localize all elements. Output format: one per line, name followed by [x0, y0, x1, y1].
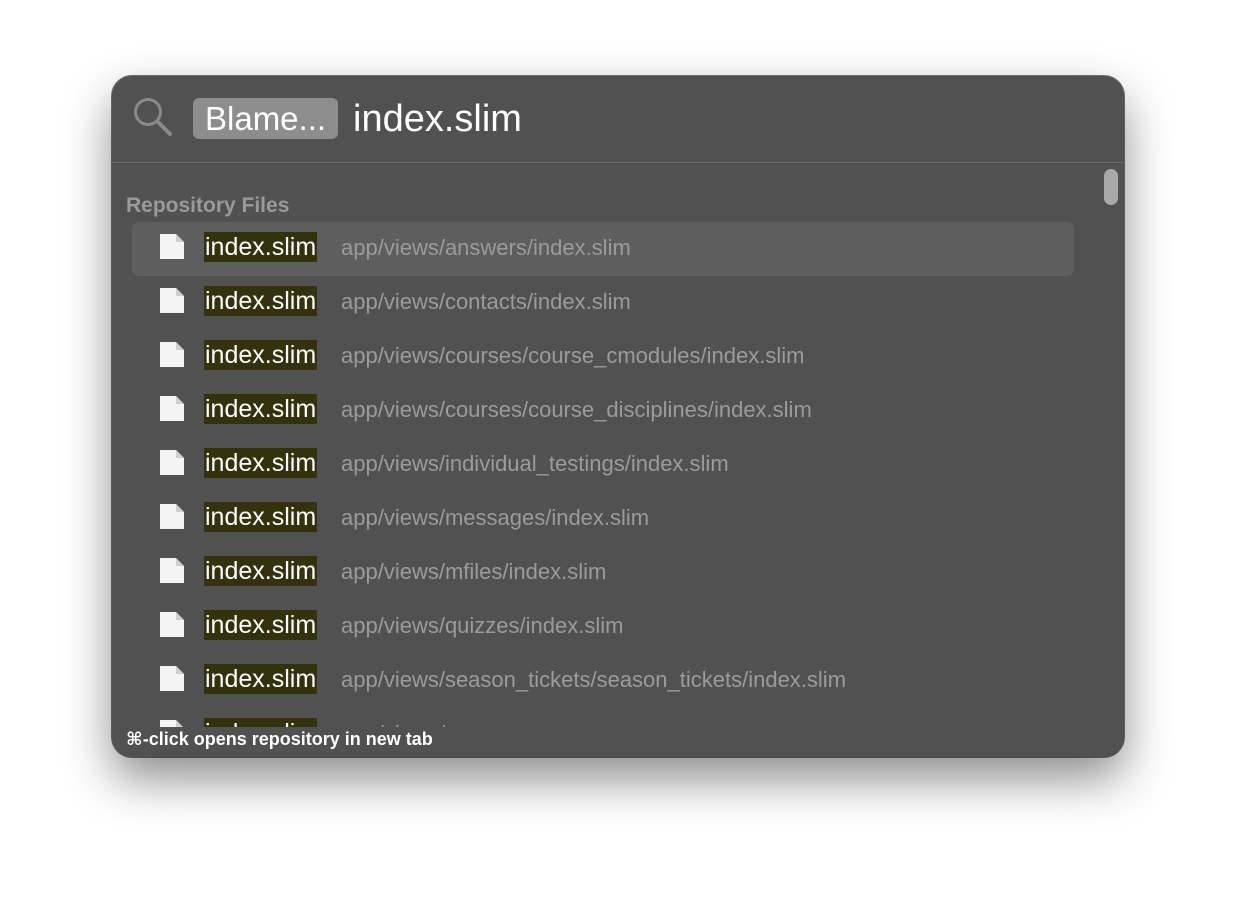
- file-icon: [160, 612, 184, 637]
- result-row[interactable]: index.slim app/views/quizzes/index.slim: [132, 600, 1074, 654]
- file-icon: [160, 396, 184, 421]
- file-name: index.slim: [204, 718, 318, 727]
- scrollbar[interactable]: [1104, 169, 1118, 709]
- result-row[interactable]: index.slim app/views/mfiles/index.slim: [132, 546, 1074, 600]
- file-icon: [160, 234, 184, 259]
- file-path: app/views/contacts/index.slim: [341, 289, 631, 314]
- file-name: index.slim: [204, 394, 318, 424]
- file-icon: [160, 288, 184, 313]
- quick-open-panel: Blame... Repository Files index.slim app…: [112, 76, 1124, 757]
- file-path: app/views/courses/course_disciplines/ind…: [341, 397, 812, 422]
- result-row[interactable]: index.slim app/views/contacts/index.slim: [132, 276, 1074, 330]
- file-path: app/views/courses/course_cmodules/index.…: [341, 343, 805, 368]
- file-name: index.slim: [204, 232, 318, 262]
- file-name: index.slim: [204, 286, 318, 316]
- result-row[interactable]: index.slim app/views/answers/index.slim: [132, 222, 1074, 276]
- file-name: index.slim: [204, 610, 318, 640]
- result-row[interactable]: index.slim app/views/courses/course_disc…: [132, 384, 1074, 438]
- result-row[interactable]: index.slim app/views/...: [132, 708, 1074, 727]
- file-icon: [160, 504, 184, 529]
- result-row[interactable]: index.slim app/views/messages/index.slim: [132, 492, 1074, 546]
- file-path: app/views/individual_testings/index.slim: [341, 451, 729, 476]
- result-row[interactable]: index.slim app/views/individual_testings…: [132, 438, 1074, 492]
- result-row[interactable]: index.slim app/views/season_tickets/seas…: [132, 654, 1074, 708]
- file-icon: [160, 666, 184, 691]
- file-name: index.slim: [204, 502, 318, 532]
- file-icon: [160, 450, 184, 475]
- search-input[interactable]: [353, 94, 653, 144]
- file-path: app/views/...: [341, 719, 463, 727]
- footer-hint: ⌘-click opens repository in new tab: [126, 729, 433, 749]
- file-name: index.slim: [204, 340, 318, 370]
- file-path: app/views/answers/index.slim: [341, 235, 631, 260]
- file-icon: [160, 720, 183, 727]
- file-icon: [160, 558, 184, 583]
- file-name: index.slim: [204, 556, 318, 586]
- section-header: Repository Files: [126, 194, 290, 217]
- file-icon: [160, 342, 184, 367]
- result-rows: index.slim app/views/answers/index.slim …: [132, 222, 1074, 727]
- search-bar: Blame...: [112, 76, 1124, 163]
- scrollbar-thumb[interactable]: [1104, 169, 1118, 205]
- file-path: app/views/season_tickets/season_tickets/…: [341, 667, 847, 692]
- file-path: app/views/messages/index.slim: [341, 505, 650, 530]
- scope-chip[interactable]: Blame...: [193, 98, 339, 139]
- results-list[interactable]: Repository Files index.slim app/views/an…: [112, 163, 1124, 727]
- search-icon: [134, 98, 172, 136]
- file-name: index.slim: [204, 664, 318, 694]
- file-name: index.slim: [204, 448, 318, 478]
- result-row[interactable]: index.slim app/views/courses/course_cmod…: [132, 330, 1074, 384]
- file-path: app/views/quizzes/index.slim: [341, 613, 624, 638]
- file-path: app/views/mfiles/index.slim: [341, 559, 607, 584]
